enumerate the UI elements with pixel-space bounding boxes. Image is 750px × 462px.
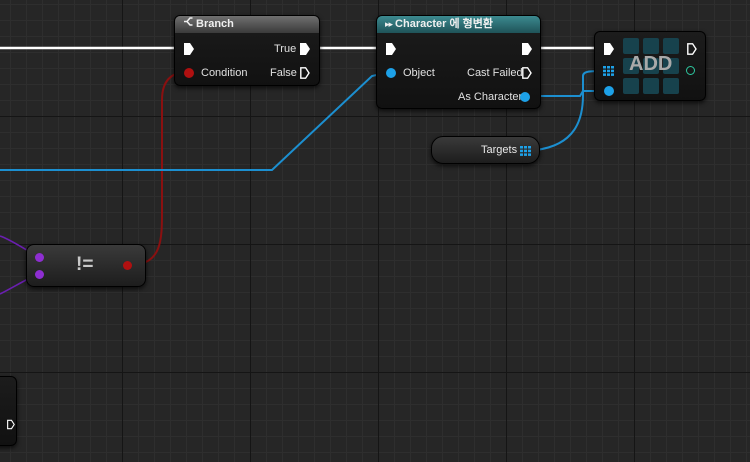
cast-exec-out-pin[interactable]: [522, 43, 532, 55]
bool-wire: [129, 71, 189, 266]
condition-label: Condition: [201, 67, 248, 79]
compare-output-pin[interactable]: [123, 261, 132, 270]
branch-icon: [183, 16, 193, 33]
false-exec-pin[interactable]: [300, 67, 310, 79]
true-label: True: [274, 43, 297, 55]
add-exec-out-pin[interactable]: [687, 43, 697, 55]
cast-failed-label: Cast Failed: [467, 67, 523, 79]
add-index-out-pin[interactable]: [686, 66, 695, 75]
object-wire: [0, 71, 391, 171]
compare-input-b-pin[interactable]: [35, 270, 44, 279]
add-exec-in-pin[interactable]: [604, 43, 614, 55]
cast-arrow-icon: ▸▸: [385, 19, 393, 29]
targets-array-pin[interactable]: [520, 146, 531, 156]
cast-header: ▸▸ Character 에 형변환: [377, 16, 540, 33]
not-equal-label: !=: [76, 254, 94, 275]
targets-label: Targets: [481, 144, 518, 156]
false-label: False: [270, 67, 297, 79]
object-label: Object: [403, 67, 435, 79]
offscreen-exec-out-pin[interactable]: [7, 419, 15, 430]
add-item-pin[interactable]: [604, 86, 614, 96]
as-character-pin[interactable]: [520, 92, 530, 102]
targets-variable-node[interactable]: Targets: [431, 136, 540, 164]
offscreen-node[interactable]: [0, 376, 17, 446]
add-node[interactable]: ADD: [594, 31, 706, 101]
cast-exec-in-pin[interactable]: [386, 43, 396, 55]
cast-to-character-node[interactable]: ▸▸ Character 에 형변환 Object Cast Failed As …: [376, 15, 541, 109]
cast-title: Character 에 형변환: [395, 18, 493, 30]
cast-failed-exec-pin[interactable]: [522, 67, 532, 79]
add-array-in-pin[interactable]: [603, 66, 614, 76]
branch-header: Branch: [175, 16, 319, 33]
branch-title: Branch: [196, 18, 234, 30]
true-exec-pin[interactable]: [300, 43, 310, 55]
branch-node[interactable]: Branch True Condition False: [174, 15, 320, 86]
object-pin[interactable]: [386, 68, 396, 78]
condition-pin[interactable]: [184, 68, 194, 78]
branch-exec-in-pin[interactable]: [184, 43, 194, 55]
not-equal-node[interactable]: !=: [26, 244, 146, 287]
compare-input-a-pin[interactable]: [35, 253, 44, 262]
as-character-label: As Character: [458, 91, 523, 103]
add-label: ADD: [629, 53, 673, 75]
